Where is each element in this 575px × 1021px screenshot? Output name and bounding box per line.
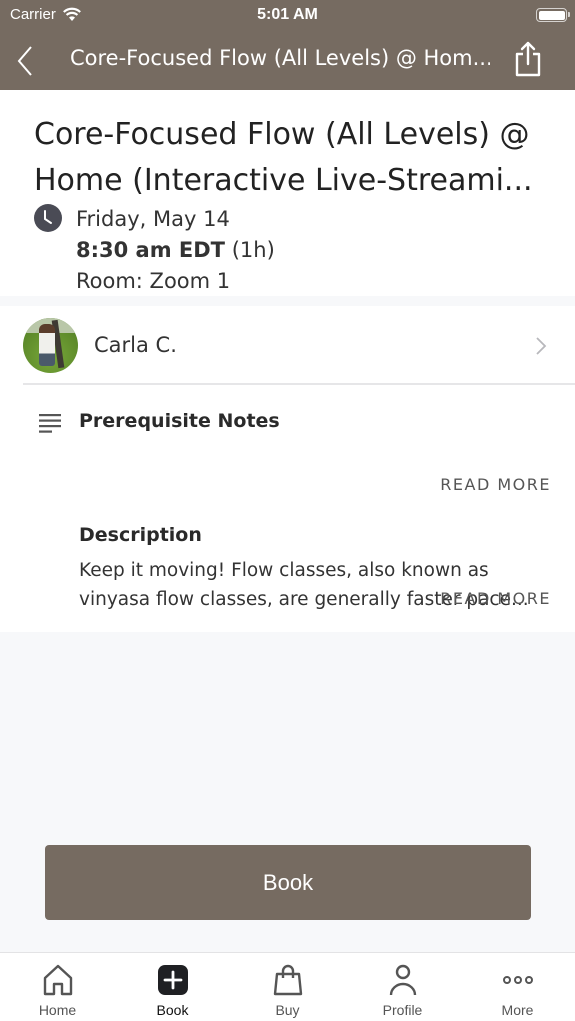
tab-profile[interactable]: Profile <box>345 953 460 1021</box>
book-button[interactable]: Book <box>45 845 531 920</box>
prerequisite-read-more-link[interactable]: READ MORE <box>440 475 551 494</box>
class-info: Friday, May 14 8:30 am EDT (1h) Room: Zo… <box>76 204 275 297</box>
tab-profile-label: Profile <box>382 1002 423 1018</box>
tab-more-label: More <box>501 1002 534 1018</box>
tab-book-label: Book <box>156 1002 189 1018</box>
tab-buy[interactable]: Buy <box>230 953 345 1021</box>
home-icon <box>43 964 72 996</box>
tab-more[interactable]: More <box>460 953 575 1021</box>
divider <box>23 383 575 385</box>
class-title: Core-Focused Flow (All Levels) @ Home (I… <box>34 117 533 198</box>
chevron-left-icon[interactable] <box>12 44 40 78</box>
class-date: Friday, May 14 <box>76 207 230 231</box>
battery-icon <box>536 8 570 22</box>
person-icon <box>389 964 416 996</box>
class-header: Core-Focused Flow (All Levels) @ Home (I… <box>0 90 575 296</box>
plus-square-icon <box>157 965 188 995</box>
shopping-bag-icon <box>273 964 302 996</box>
chevron-right-icon <box>536 337 547 355</box>
prerequisite-notes-title: Prerequisite Notes <box>79 410 280 432</box>
class-time-row: 8:30 am EDT (1h) <box>76 235 275 266</box>
description-read-more-link[interactable]: READ MORE <box>440 589 551 608</box>
tab-home[interactable]: Home <box>0 953 115 1021</box>
tab-book[interactable]: Book <box>115 953 230 1021</box>
tab-buy-label: Buy <box>275 1002 300 1018</box>
status-bar: Carrier 5:01 AM <box>0 0 575 32</box>
tab-home-label: Home <box>38 1002 77 1018</box>
instructor-row[interactable]: Carla C. <box>0 306 575 385</box>
class-details: Carla C. Prerequisite Notes READ MORE De… <box>0 306 575 632</box>
instructor-name: Carla C. <box>94 333 177 357</box>
instructor-avatar <box>23 318 78 373</box>
notes-icon <box>39 414 61 433</box>
prerequisite-notes-header: Prerequisite Notes <box>0 406 575 438</box>
tab-bar: Home Book Buy Profile More <box>0 952 575 1021</box>
description-title: Description <box>79 524 202 546</box>
clock-icon <box>34 204 62 232</box>
share-icon[interactable] <box>513 40 543 78</box>
class-room: Room: Zoom 1 <box>76 269 231 293</box>
navigation-bar: Core-Focused Flow (All Levels) @ Hom... <box>0 32 575 90</box>
nav-title: Core-Focused Flow (All Levels) @ Hom... <box>70 46 490 70</box>
top-bar: Carrier 5:01 AM Core-Focused Flow (All L… <box>0 0 575 90</box>
class-duration: (1h) <box>231 238 275 262</box>
more-icon <box>502 976 533 984</box>
status-time: 5:01 AM <box>257 6 318 23</box>
class-time: 8:30 am EDT <box>76 238 226 262</box>
